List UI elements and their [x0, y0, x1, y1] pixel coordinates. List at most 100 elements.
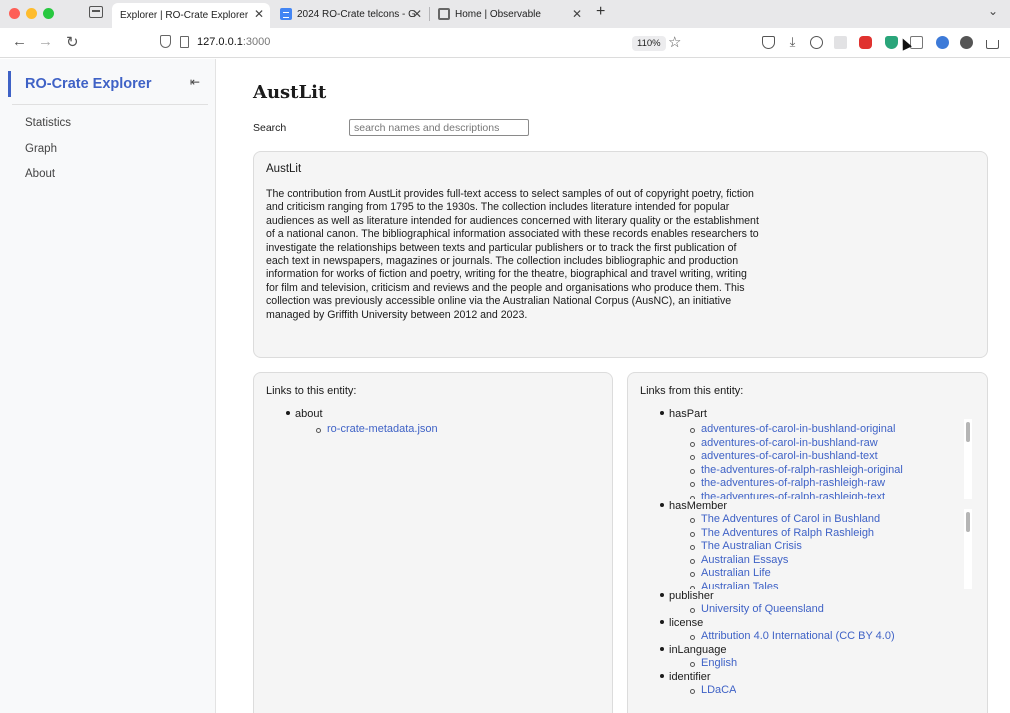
list-item: ro-crate-metadata.json [316, 423, 438, 437]
property-identifier: identifier [660, 671, 711, 683]
entity-link[interactable]: adventures-of-carol-in-bushland-original [701, 423, 895, 435]
tab-ro-crate-telcons[interactable]: 2024 RO-Crate telcons - Googl ✕ [272, 3, 428, 25]
active-indicator [8, 71, 11, 97]
new-tab-icon[interactable]: + [596, 3, 605, 21]
page-info-icon[interactable] [180, 36, 189, 48]
entity-card: AustLit The contribution from AustLit pr… [253, 151, 988, 358]
extension-icon[interactable] [834, 36, 847, 49]
list-item: the-adventures-of-ralph-rashleigh-text [690, 491, 980, 499]
list-item: The Australian Crisis [690, 540, 980, 554]
account-icon[interactable] [810, 36, 823, 49]
entity-link[interactable]: the-adventures-of-ralph-rashleigh-text [701, 491, 885, 499]
window-close-button[interactable] [9, 8, 20, 19]
list-item: adventures-of-carol-in-bushland-original [690, 423, 980, 437]
bullet [286, 411, 290, 416]
entity-link[interactable]: ro-crate-metadata.json [327, 423, 438, 435]
scrollbar[interactable] [966, 422, 970, 442]
hasmember-values[interactable]: The Adventures of Carol in Bushland The … [690, 513, 980, 589]
entity-link[interactable]: the-adventures-of-ralph-rashleigh-origin… [701, 464, 903, 476]
links-from-heading: Links from this entity: [640, 385, 744, 397]
list-item: the-adventures-of-ralph-rashleigh-origin… [690, 464, 980, 478]
tracking-shield-icon[interactable] [160, 35, 171, 48]
observable-icon [438, 8, 450, 20]
sidebar-item-statistics[interactable]: Statistics [25, 117, 71, 129]
links-from-card: Links from this entity: hasPart adventur… [627, 372, 988, 713]
tab-observable[interactable]: Home | Observable ✕ [430, 3, 588, 25]
collapse-sidebar-icon[interactable]: ⇤ [190, 75, 200, 89]
property-label: hasPart [669, 408, 707, 420]
about-values: ro-crate-metadata.json [316, 423, 438, 437]
search-input[interactable] [349, 119, 529, 136]
tab-overview-icon[interactable] [89, 6, 103, 18]
links-to-heading: Links to this entity: [266, 385, 357, 397]
bullet [660, 411, 664, 416]
property-inlanguage: inLanguage [660, 644, 727, 656]
reload-icon[interactable]: ↻ [66, 33, 79, 51]
url-field[interactable]: 127.0.0.1:3000 [197, 36, 270, 48]
close-icon[interactable]: ✕ [572, 7, 582, 21]
adblock-icon[interactable] [859, 36, 872, 49]
browser-tab-bar: Explorer | RO-Crate Explorer ✕ 2024 RO-C… [0, 0, 1010, 28]
app-brand[interactable]: RO-Crate Explorer [25, 76, 152, 92]
list-item: Australian Essays [690, 554, 980, 568]
tab-ro-crate-explorer[interactable]: Explorer | RO-Crate Explorer ✕ [112, 3, 270, 28]
haspart-values[interactable]: adventures-of-carol-in-bushland-original… [690, 423, 980, 499]
extension-blue-icon[interactable] [936, 36, 949, 49]
zoom-level[interactable]: 110% [632, 36, 666, 51]
entity-link[interactable]: Australian Tales [701, 581, 778, 589]
list-item: the-adventures-of-ralph-rashleigh-raw [690, 477, 980, 491]
entity-link[interactable]: English [701, 657, 737, 669]
entity-link[interactable]: adventures-of-carol-in-bushland-text [701, 450, 878, 462]
close-icon[interactable]: ✕ [254, 7, 264, 21]
scrollbar[interactable] [966, 512, 970, 532]
entity-link[interactable]: LDaCA [701, 684, 736, 696]
reader-view-icon[interactable] [910, 36, 923, 49]
extension-dark-icon[interactable] [960, 36, 973, 49]
browser-nav-bar: ← → ↻ 127.0.0.1:3000 110% ☆ ⤓ [0, 28, 1010, 58]
tab-title: 2024 RO-Crate telcons - Googl [297, 8, 415, 20]
entity-link[interactable]: Attribution 4.0 International (CC BY 4.0… [701, 630, 895, 642]
list-item: Australian Life [690, 567, 980, 581]
bookmark-star-icon[interactable]: ☆ [668, 33, 681, 51]
property-haspart: hasPart [660, 408, 707, 420]
sidebar-item-graph[interactable]: Graph [25, 143, 57, 155]
window-minimize-button[interactable] [26, 8, 37, 19]
list-item: adventures-of-carol-in-bushland-text [690, 450, 980, 464]
window-zoom-button[interactable] [43, 8, 54, 19]
links-to-card: Links to this entity: about ro-crate-met… [253, 372, 613, 713]
download-icon[interactable]: ⤓ [786, 35, 799, 49]
privacy-shield-icon[interactable] [885, 36, 898, 49]
page-title: AustLit [253, 82, 327, 103]
chevron-down-icon[interactable]: ⌄ [988, 4, 998, 18]
list-item: Attribution 4.0 International (CC BY 4.0… [690, 630, 895, 644]
property-hasmember: hasMember [660, 500, 727, 512]
entity-link[interactable]: Australian Essays [701, 554, 788, 566]
close-icon[interactable]: ✕ [412, 7, 422, 21]
back-arrow-icon[interactable]: ← [12, 33, 27, 50]
tab-title: Home | Observable [455, 8, 541, 20]
pocket-icon[interactable] [762, 36, 775, 49]
entity-link[interactable]: The Adventures of Carol in Bushland [701, 513, 880, 525]
list-item: Australian Tales [690, 581, 980, 589]
property-license: license [660, 617, 703, 629]
entity-link[interactable]: adventures-of-carol-in-bushland-raw [701, 437, 878, 449]
forward-arrow-icon[interactable]: → [38, 33, 53, 50]
google-docs-icon [280, 8, 292, 20]
entity-link[interactable]: The Australian Crisis [701, 540, 802, 552]
bullet [660, 593, 664, 598]
bullet [660, 620, 664, 625]
property-label: publisher [669, 590, 714, 602]
search-label: Search [253, 122, 287, 134]
entity-link[interactable]: The Adventures of Ralph Rashleigh [701, 527, 874, 539]
entity-link[interactable]: Australian Life [701, 567, 771, 579]
entity-link[interactable]: University of Queensland [701, 603, 824, 615]
url-host: 127.0.0.1 [197, 36, 243, 48]
bullet [660, 503, 664, 508]
sidebar-item-about[interactable]: About [25, 168, 55, 180]
share-icon[interactable] [986, 40, 999, 49]
sidebar: RO-Crate Explorer ⇤ Statistics Graph Abo… [0, 59, 216, 713]
property-label: about [295, 408, 323, 420]
entity-link[interactable]: the-adventures-of-ralph-rashleigh-raw [701, 477, 885, 489]
publisher-values: University of Queensland [690, 603, 824, 617]
list-item: The Adventures of Carol in Bushland [690, 513, 980, 527]
